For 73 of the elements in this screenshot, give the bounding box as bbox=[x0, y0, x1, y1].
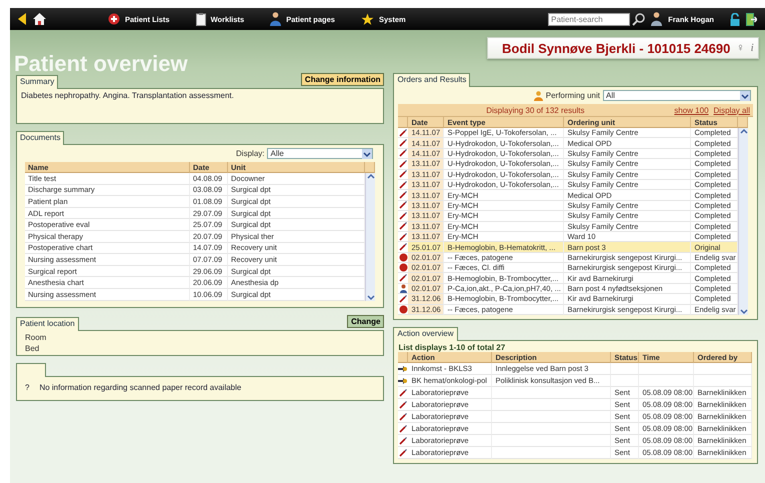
documents-tab[interactable]: Documents bbox=[16, 131, 64, 145]
person-icon bbox=[534, 90, 543, 100]
pen-icon bbox=[399, 139, 408, 148]
person-icon bbox=[270, 12, 282, 26]
blank-tab[interactable] bbox=[16, 362, 46, 377]
arrow-icon bbox=[398, 376, 408, 385]
change-information-button[interactable]: Change information bbox=[300, 73, 384, 86]
pen-icon bbox=[399, 191, 408, 200]
pen-icon bbox=[399, 294, 408, 303]
performing-unit-label: Performing unit bbox=[546, 91, 600, 100]
star-icon bbox=[360, 12, 374, 26]
summary-text: Diabetes nephropathy. Angina. Transplantation assessment. bbox=[21, 91, 235, 100]
arrow-icon bbox=[398, 364, 408, 373]
pen-icon bbox=[399, 424, 408, 433]
results-count: Displaying 30 of 132 results bbox=[485, 106, 586, 114]
dot-icon bbox=[398, 263, 408, 272]
scroll-up-icon[interactable] bbox=[740, 128, 748, 135]
dropdown-icon[interactable] bbox=[362, 148, 372, 158]
pen-icon bbox=[399, 160, 408, 168]
patient-search-field[interactable]: Patient-search bbox=[548, 12, 630, 26]
list-count: List displays 1-10 of total 27 bbox=[398, 342, 506, 352]
patient-location-tab[interactable]: Patient location bbox=[16, 316, 79, 331]
pen-icon bbox=[399, 128, 408, 137]
lock-icon[interactable] bbox=[730, 12, 740, 26]
clipboard-icon bbox=[196, 12, 206, 26]
back-icon[interactable] bbox=[18, 13, 27, 25]
show-more-link[interactable]: Display all bbox=[714, 106, 750, 114]
patient-name: Bodil Synnøve Bjerkli - 101015 24690 bbox=[502, 40, 730, 56]
pen-icon bbox=[399, 212, 408, 220]
user-icon bbox=[651, 12, 662, 26]
summary-tab[interactable]: Summary bbox=[16, 75, 58, 89]
pen-icon bbox=[399, 149, 408, 158]
location-field-label: Bed bbox=[24, 342, 40, 354]
pen-icon bbox=[399, 448, 408, 457]
info-link[interactable]: i bbox=[750, 42, 754, 54]
scroll-down-icon[interactable] bbox=[740, 308, 748, 316]
show-more-link[interactable]: show 100 bbox=[674, 106, 709, 114]
dot-icon bbox=[398, 304, 408, 314]
pen-icon bbox=[399, 400, 408, 409]
change-button[interactable]: Change bbox=[347, 314, 384, 328]
action-overview-tab[interactable]: Action overview bbox=[393, 327, 458, 342]
person-icon bbox=[398, 284, 408, 294]
gender-symbol: ♀ bbox=[736, 42, 745, 54]
search-icon[interactable] bbox=[632, 12, 646, 26]
pen-icon bbox=[399, 412, 408, 421]
pen-icon bbox=[399, 388, 408, 397]
medical-cross-icon bbox=[108, 13, 120, 25]
display-select[interactable]: Alle bbox=[267, 148, 374, 159]
scroll-up-icon[interactable] bbox=[366, 173, 374, 180]
scroll-down-icon[interactable] bbox=[366, 294, 374, 301]
scrollbar[interactable] bbox=[365, 173, 375, 301]
performing-unit-select[interactable]: All bbox=[603, 90, 751, 101]
pen-icon bbox=[399, 180, 408, 189]
pen-icon bbox=[399, 436, 408, 445]
pen-icon bbox=[399, 222, 408, 230]
pen-icon bbox=[399, 242, 408, 251]
header-cell bbox=[365, 162, 375, 173]
exit-icon[interactable] bbox=[746, 12, 757, 26]
question-mark-icon: ? bbox=[25, 382, 30, 392]
display-label: Display: bbox=[236, 149, 264, 158]
dropdown-icon[interactable] bbox=[740, 90, 750, 100]
location-field-label: Room bbox=[24, 332, 48, 343]
scrollbar[interactable] bbox=[738, 128, 748, 316]
pen-icon bbox=[399, 201, 408, 210]
scanned-record-message: No information regarding scanned paper record available bbox=[39, 382, 242, 392]
pen-icon bbox=[399, 170, 408, 178]
orders-and-results-tab[interactable]: Orders and Results bbox=[393, 73, 470, 87]
dot-icon bbox=[398, 252, 408, 262]
header-cell bbox=[398, 352, 408, 364]
pen-icon bbox=[399, 274, 408, 282]
page-title: Patient overview bbox=[14, 51, 188, 77]
pen-icon bbox=[399, 232, 408, 241]
home-icon[interactable] bbox=[33, 13, 46, 25]
